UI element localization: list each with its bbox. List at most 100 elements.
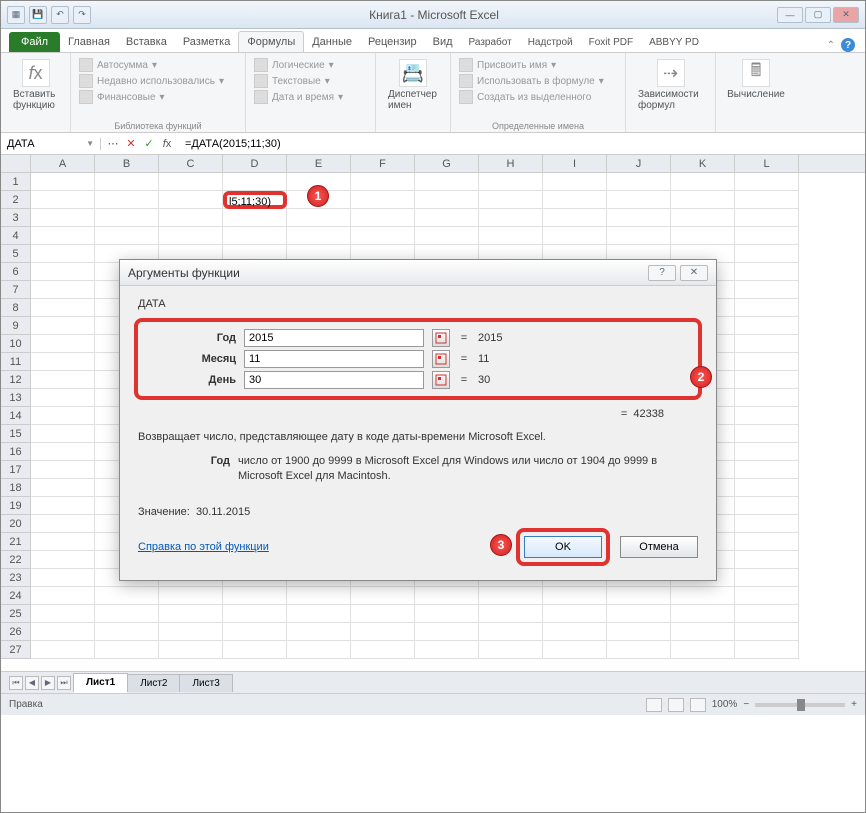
cell[interactable]	[31, 605, 95, 623]
cell[interactable]	[607, 191, 671, 209]
row-header[interactable]: 8	[1, 299, 31, 317]
cell[interactable]	[31, 515, 95, 533]
cell[interactable]	[479, 587, 543, 605]
row-header[interactable]: 17	[1, 461, 31, 479]
cell[interactable]	[671, 623, 735, 641]
logical-button[interactable]: Логические ▾	[254, 57, 367, 73]
sheet-nav-last-icon[interactable]: ⏭	[57, 676, 71, 690]
insert-function-button[interactable]: fx Вставить функцию	[9, 57, 62, 113]
formula-deps-button[interactable]: ⇢ Зависимости формул	[634, 57, 707, 113]
cell[interactable]	[223, 191, 287, 209]
cell[interactable]	[735, 281, 799, 299]
cell[interactable]	[735, 263, 799, 281]
cell[interactable]	[31, 317, 95, 335]
cell[interactable]	[415, 623, 479, 641]
cell[interactable]	[735, 389, 799, 407]
cell[interactable]	[159, 641, 223, 659]
cell[interactable]	[223, 623, 287, 641]
cell[interactable]	[351, 191, 415, 209]
accept-formula-icon[interactable]: ✓	[141, 136, 157, 152]
cell[interactable]	[31, 497, 95, 515]
cell[interactable]	[735, 191, 799, 209]
cell[interactable]	[223, 587, 287, 605]
undo-icon[interactable]: ↶	[51, 6, 69, 24]
name-box[interactable]: ДАТА▼	[1, 138, 101, 150]
cell[interactable]	[479, 641, 543, 659]
select-all-corner[interactable]	[1, 155, 31, 172]
sheet-tab-2[interactable]: Лист2	[127, 674, 180, 692]
cell[interactable]	[671, 641, 735, 659]
cell[interactable]	[735, 227, 799, 245]
row-header[interactable]: 16	[1, 443, 31, 461]
cell[interactable]	[607, 587, 671, 605]
range-picker-icon[interactable]	[432, 350, 450, 368]
row-header[interactable]: 3	[1, 209, 31, 227]
col-header[interactable]: K	[671, 155, 735, 172]
calculation-button[interactable]: 🖩 Вычисление	[724, 57, 788, 102]
cell[interactable]	[735, 407, 799, 425]
zoom-out-icon[interactable]: −	[743, 699, 749, 710]
sheet-nav-first-icon[interactable]: ⏮	[9, 676, 23, 690]
cell[interactable]	[735, 245, 799, 263]
cell[interactable]	[735, 623, 799, 641]
cell[interactable]	[543, 173, 607, 191]
cell[interactable]	[415, 227, 479, 245]
cell[interactable]	[479, 623, 543, 641]
cell[interactable]	[735, 317, 799, 335]
row-header[interactable]: 19	[1, 497, 31, 515]
cell[interactable]	[415, 209, 479, 227]
sheet-nav-prev-icon[interactable]: ◀	[25, 676, 39, 690]
cell[interactable]	[415, 641, 479, 659]
cell[interactable]	[31, 641, 95, 659]
cell[interactable]	[31, 425, 95, 443]
col-header[interactable]: L	[735, 155, 799, 172]
cell[interactable]	[415, 587, 479, 605]
cell[interactable]	[735, 533, 799, 551]
cell[interactable]	[31, 227, 95, 245]
tab-foxit[interactable]: Foxit PDF	[581, 33, 641, 52]
autosum-button[interactable]: Автосумма ▾	[79, 57, 237, 73]
cell[interactable]	[159, 227, 223, 245]
col-header[interactable]: E	[287, 155, 351, 172]
cell[interactable]	[287, 623, 351, 641]
row-header[interactable]: 24	[1, 587, 31, 605]
cell[interactable]	[735, 335, 799, 353]
cell[interactable]	[671, 605, 735, 623]
text-button[interactable]: Текстовые ▾	[254, 73, 367, 89]
tab-file[interactable]: Файл	[9, 32, 60, 52]
minimize-ribbon-icon[interactable]: ⌃	[827, 40, 835, 51]
cell[interactable]	[95, 191, 159, 209]
cell[interactable]	[479, 173, 543, 191]
financial-button[interactable]: Финансовые ▾	[79, 89, 237, 105]
cell[interactable]	[543, 587, 607, 605]
ok-button[interactable]: OK	[524, 536, 602, 558]
cell[interactable]	[735, 497, 799, 515]
tab-review[interactable]: Рецензир	[360, 32, 425, 52]
range-picker-icon[interactable]	[432, 329, 450, 347]
zoom-slider[interactable]	[755, 703, 845, 707]
row-header[interactable]: 4	[1, 227, 31, 245]
cell[interactable]	[351, 587, 415, 605]
cell[interactable]	[95, 623, 159, 641]
cell[interactable]	[735, 461, 799, 479]
cell[interactable]	[95, 641, 159, 659]
tab-abbyy[interactable]: ABBYY PD	[641, 33, 707, 52]
cell[interactable]	[31, 263, 95, 281]
cell[interactable]	[159, 623, 223, 641]
tab-layout[interactable]: Разметка	[175, 32, 239, 52]
cell[interactable]	[159, 209, 223, 227]
cell[interactable]	[351, 641, 415, 659]
cell[interactable]	[31, 245, 95, 263]
cell[interactable]	[543, 641, 607, 659]
arg-input-year[interactable]	[244, 329, 424, 347]
redo-icon[interactable]: ↷	[73, 6, 91, 24]
cell[interactable]	[543, 227, 607, 245]
cell[interactable]	[735, 371, 799, 389]
cell[interactable]	[287, 605, 351, 623]
row-header[interactable]: 27	[1, 641, 31, 659]
cell[interactable]	[415, 605, 479, 623]
cell[interactable]	[607, 227, 671, 245]
cell[interactable]	[31, 587, 95, 605]
cell[interactable]	[351, 623, 415, 641]
cell[interactable]	[287, 227, 351, 245]
